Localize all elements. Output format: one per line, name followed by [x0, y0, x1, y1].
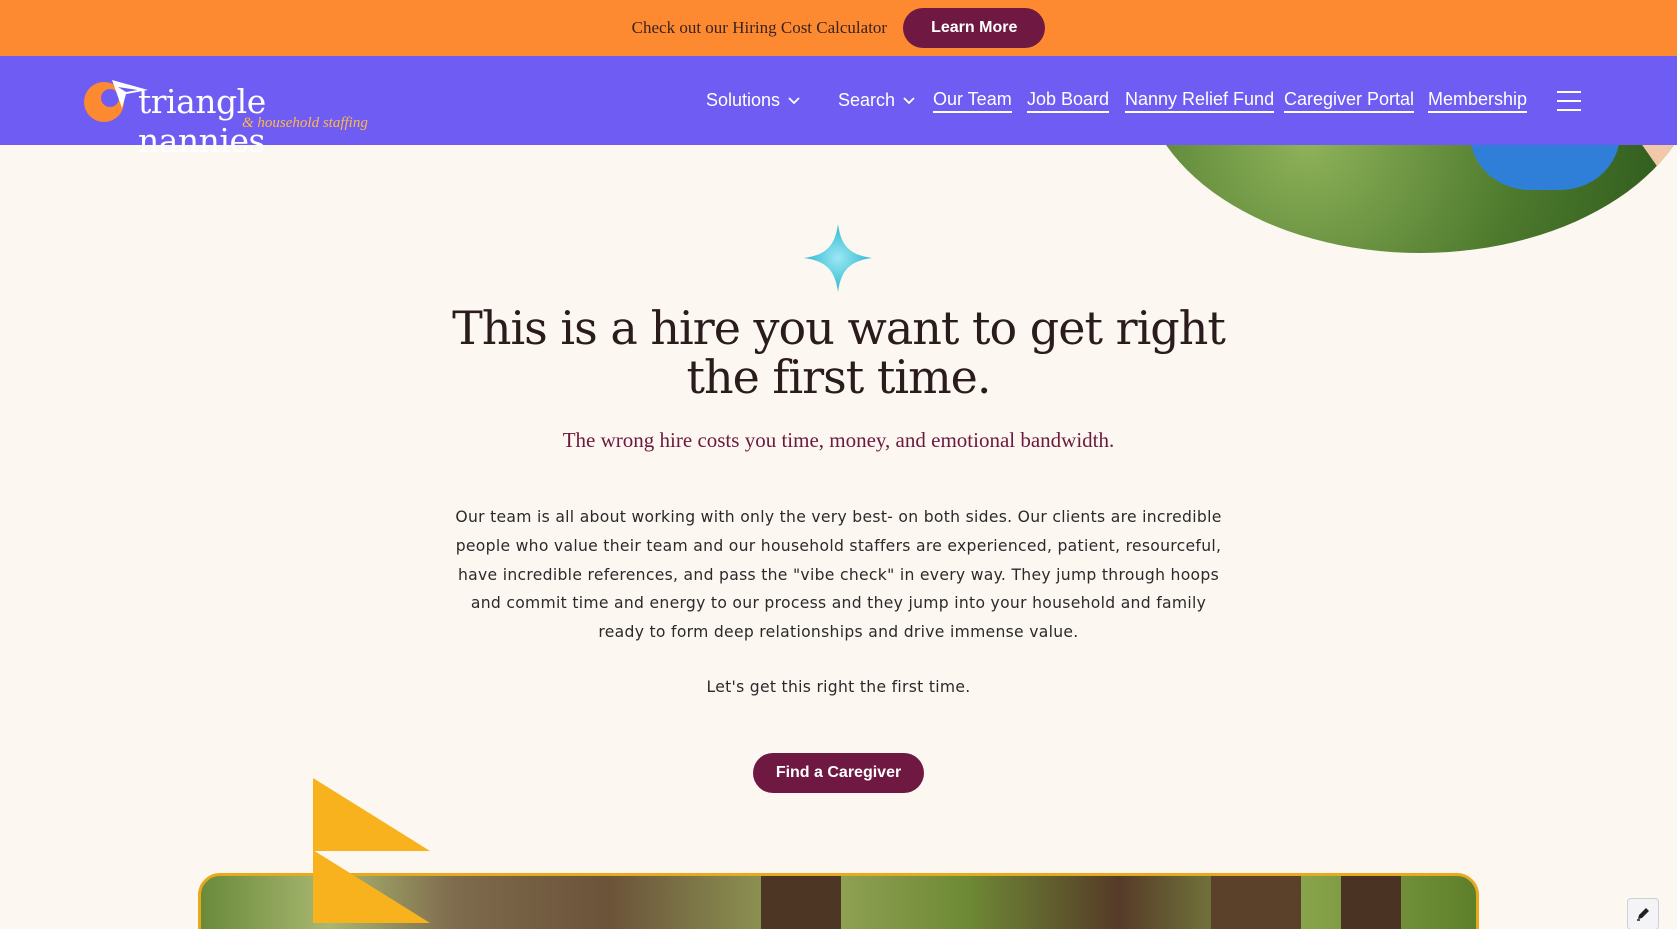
- triangle-decoration: [313, 778, 430, 923]
- closing-line: Let's get this right the first time.: [706, 678, 971, 696]
- nav-item-solutions[interactable]: Solutions: [706, 56, 800, 145]
- learn-more-button[interactable]: Learn More: [903, 8, 1046, 48]
- body-paragraph: Our team is all about working with only …: [455, 508, 1222, 642]
- nav-link-membership[interactable]: Membership: [1428, 89, 1528, 113]
- logo[interactable]: triangle nannies & household staffing: [82, 74, 392, 160]
- nav-link-our-team[interactable]: Our Team: [933, 89, 1012, 113]
- headline-line-2: the first time.: [686, 350, 991, 404]
- headline-line-1: This is a hire you want to get right: [452, 301, 1226, 355]
- nav-item-search[interactable]: Search: [838, 56, 915, 145]
- announcement-bar: Check out our Hiring Cost Calculator Lea…: [0, 0, 1677, 56]
- nav-solutions-label: Solutions: [706, 90, 781, 110]
- main-nav: triangle nannies & household staffing So…: [0, 56, 1677, 160]
- hamburger-icon[interactable]: [1557, 91, 1581, 111]
- brand-tagline: & household staffing: [242, 115, 368, 131]
- sparkle-icon: [804, 224, 872, 292]
- nav-link-nanny-relief-fund[interactable]: Nanny Relief Fund: [1125, 89, 1275, 113]
- nav-search-label: Search: [838, 90, 896, 110]
- find-caregiver-button[interactable]: Find a Caregiver: [753, 753, 924, 793]
- chevron-down-icon: [788, 96, 800, 104]
- nav-link-caregiver-portal[interactable]: Caregiver Portal: [1284, 89, 1415, 113]
- edit-badge[interactable]: [1627, 898, 1659, 929]
- subheadline: The wrong hire costs you time, money, an…: [562, 428, 1115, 452]
- page-title: This is a hire you want to get right the…: [420, 304, 1257, 402]
- announcement-text: Check out our Hiring Cost Calculator: [631, 18, 888, 37]
- chevron-down-icon: [903, 96, 915, 104]
- nav-link-job-board[interactable]: Job Board: [1027, 89, 1110, 113]
- pen-icon: [1637, 908, 1649, 921]
